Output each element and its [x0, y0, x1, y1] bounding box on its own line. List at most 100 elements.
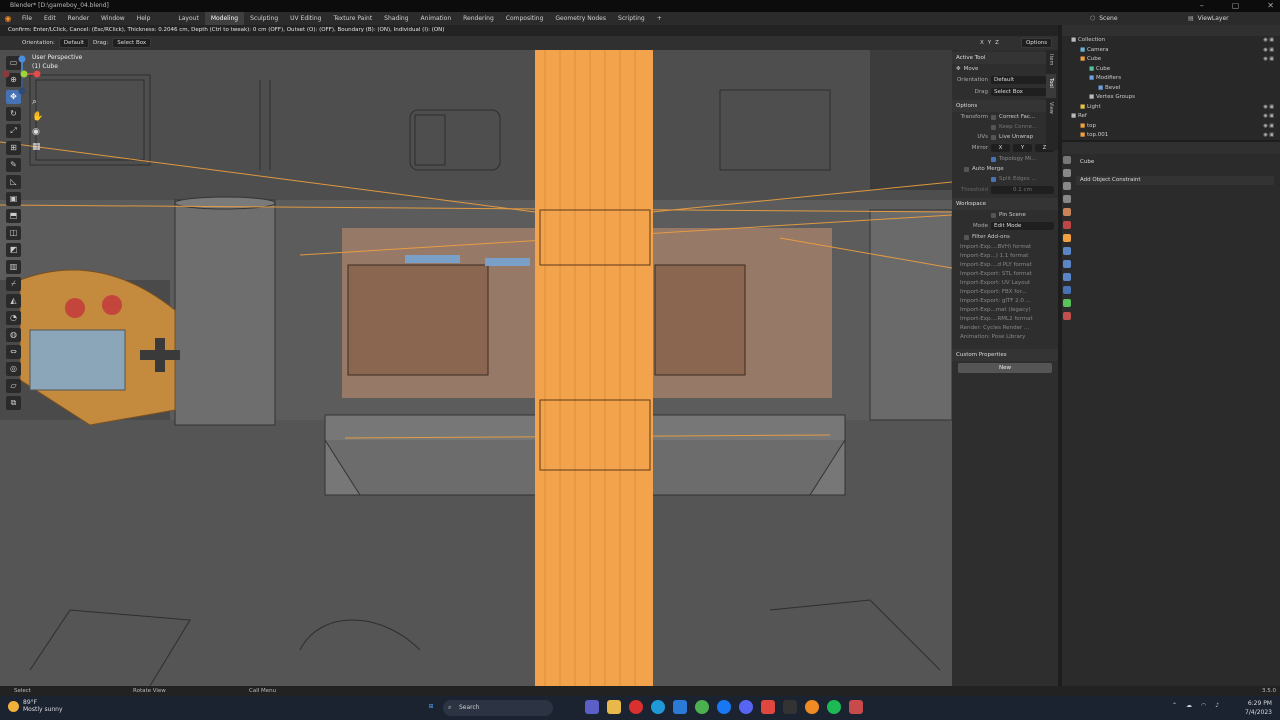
outliner-item[interactable]: ■ top ◉ ▣ — [1062, 122, 1280, 132]
add-object-constraint-dropdown[interactable]: Add Object Constraint — [1076, 176, 1274, 185]
outliner-item[interactable]: ■ Modifiers — [1062, 74, 1280, 84]
knife-tool-icon[interactable]: ⌿ — [6, 277, 21, 291]
smooth-tool-icon[interactable]: ◍ — [6, 328, 21, 342]
axis-y-toggle[interactable]: Y — [988, 40, 991, 46]
drag-dropdown[interactable]: Select Box — [112, 38, 152, 48]
addon-item[interactable]: Import-Export: STL format — [952, 269, 1058, 278]
extrude-tool-icon[interactable]: ⬒ — [6, 209, 21, 223]
scene-name[interactable]: Scene — [1099, 15, 1117, 22]
visibility-eye-icon[interactable]: ◉ ▣ — [1263, 55, 1274, 65]
menu-edit[interactable]: Edit — [38, 12, 62, 25]
scene-props-icon[interactable] — [1063, 208, 1071, 216]
visibility-eye-icon[interactable]: ◉ ▣ — [1263, 36, 1274, 46]
menu-render[interactable]: Render — [62, 12, 95, 25]
pin-scene-checkbox[interactable] — [991, 212, 996, 218]
outliner-item[interactable]: ■ Bevel — [1062, 84, 1280, 94]
tool-props-icon[interactable] — [1063, 156, 1071, 164]
modifier-props-icon[interactable] — [1063, 247, 1071, 255]
view-layer-name[interactable]: ViewLayer — [1198, 15, 1229, 22]
menu-file[interactable]: File — [16, 12, 38, 25]
tab-texture-paint[interactable]: Texture Paint — [327, 12, 378, 25]
tab-tool[interactable]: Tool — [1046, 74, 1056, 98]
keep-connected-checkbox[interactable] — [991, 124, 996, 130]
scene-selector[interactable]: ⬡ Scene — [1090, 12, 1118, 25]
taskbar-clock[interactable]: 6:29 PM 7/4/2023 — [1245, 699, 1272, 717]
bevel-tool-icon[interactable]: ◩ — [6, 243, 21, 257]
axis-z-toggle[interactable]: Z — [995, 40, 999, 46]
outliner-item[interactable]: ■ Cube ◉ ▣ — [1062, 55, 1280, 65]
live-unwrap-checkbox[interactable] — [991, 134, 996, 140]
render-props-icon[interactable] — [1063, 169, 1071, 177]
gizmo-z-axis-icon[interactable] — [18, 55, 26, 63]
physics-props-icon[interactable] — [1063, 273, 1071, 281]
view-layer-selector[interactable]: ▤ ViewLayer — [1188, 12, 1229, 25]
addon-item[interactable]: Import-Exp...) 1.1 format — [952, 251, 1058, 260]
cloud-icon[interactable]: ☁ — [1186, 702, 1192, 709]
custom-properties-section[interactable]: Custom Properties — [952, 349, 1058, 361]
mirror-x-toggle[interactable]: X — [991, 144, 1010, 152]
tab-geometry-nodes[interactable]: Geometry Nodes — [549, 12, 612, 25]
file-explorer-icon[interactable] — [607, 700, 621, 714]
workspace-section[interactable]: Workspace — [952, 198, 1058, 210]
measure-tool-icon[interactable]: ◺ — [6, 175, 21, 189]
tab-sculpting[interactable]: Sculpting — [244, 12, 284, 25]
threshold-field[interactable]: 0.1 cm — [991, 186, 1054, 194]
pan-hand-icon[interactable]: ✋ — [32, 110, 43, 122]
blender-taskbar-icon[interactable] — [805, 700, 819, 714]
view-layer-props-icon[interactable] — [1063, 195, 1071, 203]
visibility-eye-icon[interactable]: ◉ ▣ — [1263, 122, 1274, 132]
blender-logo-icon[interactable]: ◉ — [0, 12, 16, 25]
minimize-button[interactable]: – — [1200, 0, 1204, 12]
facebook-icon[interactable] — [717, 700, 731, 714]
zoom-icon[interactable]: ⌕ — [32, 97, 37, 107]
visibility-eye-icon[interactable]: ◉ ▣ — [1263, 46, 1274, 56]
outliner-item[interactable]: ■ Collection ◉ ▣ — [1062, 36, 1280, 46]
camera-view-icon[interactable]: ◉ — [32, 127, 40, 137]
mirror-y-toggle[interactable]: Y — [1013, 144, 1032, 152]
spotify-icon[interactable] — [827, 700, 841, 714]
outliner-item[interactable]: ■ Vertex Groups — [1062, 93, 1280, 103]
axis-x-toggle[interactable]: X — [980, 40, 984, 46]
addon-item[interactable]: Import-Export: FBX for... — [952, 287, 1058, 296]
grid-view-icon[interactable]: ▦ — [32, 142, 41, 150]
menu-window[interactable]: Window — [95, 12, 131, 25]
tab-rendering[interactable]: Rendering — [457, 12, 500, 25]
gizmo-x-axis-icon[interactable] — [33, 70, 41, 78]
addon-item[interactable]: Animation: Pose Library — [952, 332, 1058, 341]
particles-props-icon[interactable] — [1063, 260, 1071, 268]
visibility-eye-icon[interactable]: ◉ ▣ — [1263, 112, 1274, 122]
outliner-item[interactable]: ■ Camera ◉ ▣ — [1062, 46, 1280, 56]
new-property-button[interactable]: New — [958, 363, 1052, 373]
windows-start-icon[interactable]: ⊞ — [424, 700, 438, 714]
tab-view[interactable]: View — [1046, 98, 1056, 122]
edge-slide-tool-icon[interactable]: ⇔ — [6, 345, 21, 359]
volume-icon[interactable]: ♪ — [1215, 702, 1219, 709]
add-workspace-button[interactable]: + — [651, 12, 668, 25]
gizmo-y-axis-icon[interactable] — [20, 70, 28, 78]
teams-icon[interactable] — [585, 700, 599, 714]
navigation-gizmo[interactable]: ⌕ ✋ ◉ ▦ — [0, 50, 50, 150]
opera-icon[interactable] — [629, 700, 643, 714]
taskbar-search[interactable]: ⌕ Search — [443, 700, 553, 716]
inset-tool-icon[interactable]: ◫ — [6, 226, 21, 240]
tab-scripting[interactable]: Scripting — [612, 12, 651, 25]
visibility-eye-icon[interactable]: ◉ ▣ — [1263, 131, 1274, 141]
outliner-item[interactable]: ■ Cube — [1062, 65, 1280, 75]
options-section[interactable]: Options — [952, 100, 1058, 112]
tab-modeling[interactable]: Modeling — [204, 12, 245, 25]
poly-build-tool-icon[interactable]: ◭ — [6, 294, 21, 308]
terminal-icon[interactable] — [783, 700, 797, 714]
drag-dropdown[interactable]: Select Box — [991, 88, 1054, 96]
add-cube-tool-icon[interactable]: ▣ — [6, 192, 21, 206]
split-edges-checkbox[interactable] — [991, 176, 996, 182]
annotate-tool-icon[interactable]: ✎ — [6, 158, 21, 172]
addon-item[interactable]: Import-Export: glTF 2.0 ... — [952, 296, 1058, 305]
weather-widget[interactable]: 89°F Mostly sunny — [8, 699, 63, 713]
world-props-icon[interactable] — [1063, 221, 1071, 229]
close-button[interactable]: ✕ — [1267, 0, 1274, 12]
addon-item[interactable]: Import-Exp....d PLY format — [952, 260, 1058, 269]
options-dropdown[interactable]: Options — [1020, 38, 1053, 48]
menu-help[interactable]: Help — [131, 12, 157, 25]
maximize-button[interactable]: ▢ — [1232, 0, 1240, 12]
shear-tool-icon[interactable]: ▱ — [6, 379, 21, 393]
